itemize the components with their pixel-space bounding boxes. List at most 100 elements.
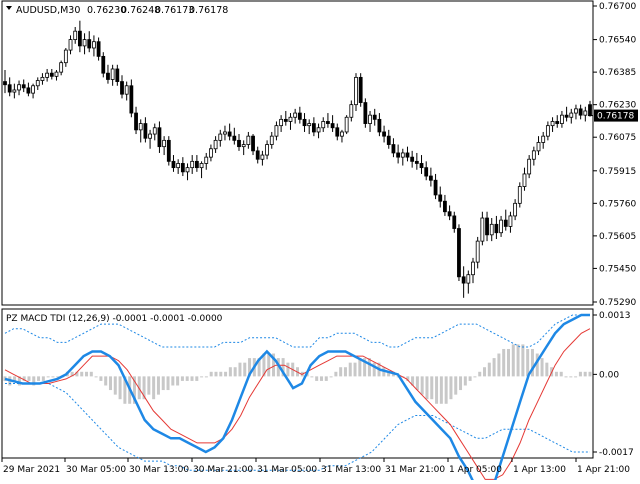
candle-body [265, 144, 269, 156]
candle-body [68, 39, 73, 51]
candle [344, 115, 349, 135]
histogram-bar [334, 371, 338, 377]
indicator-subwindow[interactable] [1, 308, 594, 459]
candle-body [31, 85, 35, 94]
histogram-bar [156, 376, 160, 395]
candle-body [96, 41, 101, 57]
price-tick-label: 0.75915 [599, 167, 636, 177]
candle-body [194, 160, 199, 169]
candle-body [578, 108, 583, 116]
candle-body [274, 125, 279, 137]
candle-body [246, 135, 251, 145]
histogram-bar [99, 376, 103, 381]
candle-body [129, 85, 134, 114]
histogram-bar [483, 367, 487, 377]
price-tick-label: 0.75450 [599, 264, 636, 274]
histogram-bar [564, 376, 568, 378]
candle-body [213, 139, 218, 150]
candle-body [54, 71, 59, 77]
candle-body [302, 118, 307, 127]
candle-body [251, 135, 255, 152]
candle-body [480, 217, 485, 242]
candle-body [466, 274, 471, 284]
candle-body [152, 127, 157, 135]
time-tick-label: 30 Mar 21:00 [193, 465, 253, 475]
candle-body [485, 217, 489, 236]
candle-body [124, 85, 129, 95]
time-tick-label: 30 Mar 05:00 [66, 465, 126, 475]
candle-body [143, 123, 148, 139]
candle-body [508, 215, 513, 227]
candle-body [424, 167, 429, 177]
histogram-bar [583, 371, 587, 377]
candle-body [428, 175, 433, 181]
candle-body [232, 135, 237, 141]
histogram-bar [310, 376, 314, 378]
price-tick-label: 0.76230 [599, 101, 636, 111]
candle-body [358, 76, 363, 103]
candle-body [162, 139, 167, 148]
histogram-bar [180, 376, 184, 381]
histogram-bar [113, 376, 117, 395]
histogram-bar [118, 376, 122, 400]
candle-body [382, 131, 386, 137]
symbol-label: AUDUSD,M30 [16, 5, 80, 16]
histogram-bar [339, 367, 343, 377]
candle-body [227, 131, 232, 137]
histogram-bar [37, 376, 41, 381]
candle-body [541, 135, 546, 143]
histogram-bar [209, 371, 213, 377]
histogram-bar [473, 376, 477, 378]
price-tick-label: 0.75290 [599, 298, 636, 308]
histogram-bar [367, 358, 371, 377]
histogram-bar [578, 371, 582, 377]
histogram-bar [166, 376, 170, 391]
candle-body [185, 167, 190, 173]
candle-body [283, 118, 288, 122]
candle-body [344, 116, 349, 133]
histogram-bar [559, 371, 563, 377]
candle-body [101, 55, 106, 74]
candle [363, 98, 368, 128]
price-axis: 0.76700 0.76540 0.76385 0.76230 0.76075 0.759… [593, 2, 636, 308]
candle-body [443, 200, 447, 213]
candle-body [237, 139, 241, 148]
indicator-axis: 0.0013 0.00 -0.0017 [593, 311, 634, 458]
histogram-bar [228, 367, 232, 377]
candle-body [307, 123, 312, 127]
candle-body [269, 135, 274, 145]
candle-body [138, 123, 143, 131]
candle-body [583, 110, 588, 116]
histogram-bar [492, 358, 496, 377]
price-tick-label: 0.75760 [599, 199, 636, 209]
candle-body [87, 39, 92, 49]
candle-body [255, 150, 260, 160]
histogram-bar [204, 376, 208, 378]
chart-canvas[interactable]: 0.76700 0.76540 0.76385 0.76230 0.76075 0.759… [0, 0, 640, 484]
histogram-bar [420, 376, 424, 395]
candle-body [545, 125, 550, 137]
histogram-bar [463, 376, 467, 386]
candle-body [489, 223, 494, 236]
histogram-bar [80, 371, 84, 377]
candle-body [405, 152, 410, 158]
histogram-bar [502, 348, 506, 377]
histogram-bar [176, 376, 180, 386]
chart-window[interactable]: 0.76700 0.76540 0.76385 0.76230 0.76075 0.759… [0, 0, 640, 484]
price-tick-label: 0.76075 [599, 133, 636, 143]
candle-body [115, 68, 120, 82]
histogram-bar [459, 376, 463, 391]
candle-body [536, 142, 541, 152]
candle-body [414, 160, 419, 164]
candle-body [17, 84, 21, 91]
candle-body [35, 80, 40, 87]
time-axis: 29 Mar 2021 30 Mar 05:00 30 Mar 13:00 30 Ma… [1, 458, 630, 475]
candle-body [391, 144, 396, 154]
candle-body [349, 104, 354, 118]
candle [166, 136, 171, 166]
candle-body [204, 156, 209, 164]
histogram-bar [286, 362, 290, 377]
histogram-bar [444, 376, 448, 404]
candle-body [494, 223, 499, 234]
histogram-bar [104, 376, 108, 386]
